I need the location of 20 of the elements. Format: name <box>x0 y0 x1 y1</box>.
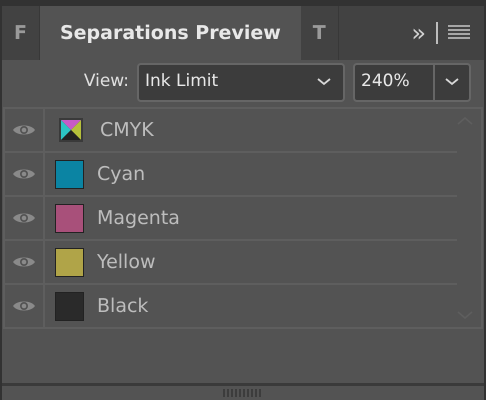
chevron-icon <box>445 78 459 86</box>
chevron-icon <box>317 78 331 86</box>
panel-tab[interactable]: Separations Preview <box>40 6 301 60</box>
eye-icon[interactable] <box>12 167 36 181</box>
eye-icon[interactable] <box>12 255 36 269</box>
view-dropdown[interactable]: Ink Limit <box>137 62 345 102</box>
eye-icon[interactable] <box>12 123 36 137</box>
separation-name: Yellow <box>97 250 156 275</box>
separation-name: Cyan <box>97 162 146 187</box>
overflow-arrows[interactable]: » <box>411 21 426 45</box>
view-label: View: <box>84 70 129 94</box>
composite-swatch-icon <box>59 118 83 142</box>
separation-name: Magenta <box>97 206 180 231</box>
separation-name: Black <box>97 294 148 319</box>
resize-grip-icon[interactable] <box>223 389 263 397</box>
eye-icon[interactable] <box>12 299 36 313</box>
menu-icon[interactable] <box>448 25 470 41</box>
separation-name: CMYK <box>100 118 154 143</box>
eye-icon[interactable] <box>12 211 36 225</box>
ink-limit-combobox[interactable]: 240% <box>353 62 471 102</box>
